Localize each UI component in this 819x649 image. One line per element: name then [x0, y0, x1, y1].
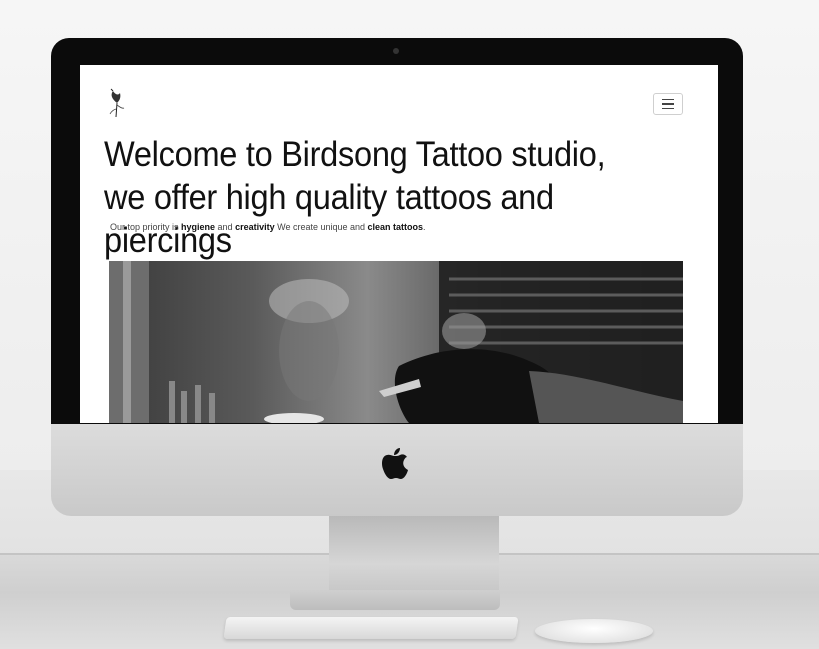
- camera-icon: [393, 48, 399, 54]
- tagline-text-2: and: [215, 222, 236, 232]
- monitor-chin: [51, 424, 743, 516]
- tagline-text-3: We create unique and: [274, 222, 368, 232]
- tagline: Our top priority is hygiene and creativi…: [110, 222, 426, 232]
- imac-monitor: Welcome to Birdsong Tattoo studio, we of…: [51, 38, 743, 516]
- tagline-bold-hygiene: hygiene: [181, 222, 216, 232]
- page-headline: Welcome to Birdsong Tattoo studio, we of…: [104, 133, 671, 262]
- mouse: [535, 619, 653, 643]
- tagline-text-4: .: [423, 222, 426, 232]
- website-screen: Welcome to Birdsong Tattoo studio, we of…: [80, 65, 718, 423]
- tagline-bold-clean-tattoos: clean tattoos: [367, 222, 424, 232]
- hero-image: [109, 261, 683, 423]
- headline-line-1: Welcome to Birdsong Tattoo studio,: [104, 135, 606, 174]
- monitor-stand-base: [290, 590, 500, 610]
- tagline-bold-creativity: creativity: [235, 222, 275, 232]
- bird-logo-icon[interactable]: [106, 87, 128, 119]
- keyboard: [223, 617, 519, 639]
- apple-logo-icon: [381, 446, 409, 480]
- monitor-stand: [329, 516, 499, 596]
- monitor-bezel: Welcome to Birdsong Tattoo studio, we of…: [51, 38, 743, 424]
- headline-line-2: we offer high quality tattoos and pierci…: [104, 178, 554, 260]
- hamburger-menu-icon[interactable]: [653, 93, 683, 115]
- tagline-text-1: Our top priority is: [110, 222, 182, 232]
